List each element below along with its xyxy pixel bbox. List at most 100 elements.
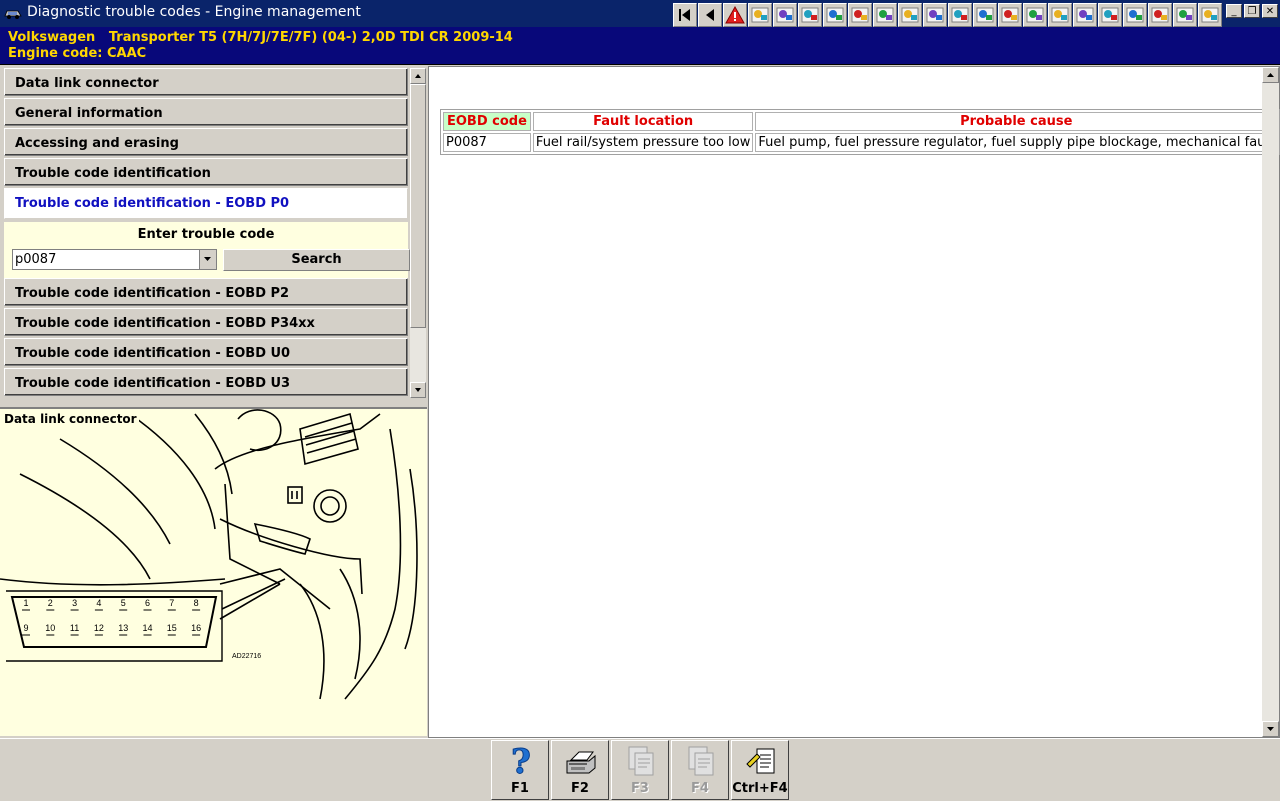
- document-icon: [751, 7, 769, 23]
- table-row: P0087 Fuel rail/system pressure too low …: [443, 133, 1278, 152]
- car-icon: [1051, 7, 1069, 23]
- toolbar-button-4[interactable]: [748, 3, 772, 27]
- f4-print-all-button[interactable]: F4: [671, 740, 729, 800]
- clock-icon: [851, 7, 869, 23]
- f1-help-button[interactable]: ? F1: [491, 740, 549, 800]
- nav-eobd-u0[interactable]: Trouble code identification - EOBD U0: [4, 338, 408, 366]
- print-all-icon: [688, 746, 714, 776]
- table-header-row: EOBD code Fault location Probable cause: [443, 112, 1278, 131]
- connector-pin-label: 6: [145, 598, 150, 608]
- nav-eobd-p2[interactable]: Trouble code identification - EOBD P2: [4, 278, 408, 306]
- results-scrollbar[interactable]: [1262, 67, 1279, 737]
- nav-eobd-u3[interactable]: Trouble code identification - EOBD U3: [4, 368, 408, 396]
- close-button[interactable]: ✕: [1262, 4, 1278, 18]
- tool-icon: [976, 7, 994, 23]
- search-button[interactable]: Search: [223, 249, 410, 271]
- navigation-panel: Data link connector General information …: [0, 66, 427, 402]
- f2-print-button[interactable]: F2: [551, 740, 609, 800]
- title-bar: Diagnostic trouble codes - Engine manage…: [0, 0, 1280, 27]
- toolbar-button-17[interactable]: [1073, 3, 1097, 27]
- car-parts-icon: [1176, 7, 1194, 23]
- toolbar-button-22[interactable]: [1198, 3, 1222, 27]
- toolbar-button-8[interactable]: [848, 3, 872, 27]
- connector-pin-label: 14: [142, 623, 152, 633]
- toolbar-button-16[interactable]: [1048, 3, 1072, 27]
- window-controls: _ ❐ ✕: [1226, 4, 1280, 18]
- toolbar-button-18[interactable]: [1098, 3, 1122, 27]
- f3-label: F3: [631, 781, 649, 796]
- connector-pin-label: 12: [94, 623, 104, 633]
- print-preview-icon: [628, 746, 654, 776]
- toolbar-button-11[interactable]: [923, 3, 947, 27]
- trouble-code-combobox[interactable]: [12, 249, 217, 270]
- mechanic-icon: [951, 7, 969, 23]
- header-eobd-code: EOBD code: [443, 112, 531, 131]
- nav-accessing-and-erasing[interactable]: Accessing and erasing: [4, 128, 408, 156]
- car-icon: [1026, 7, 1044, 23]
- connector-pin-label: 4: [96, 598, 101, 608]
- illustration-ref: AD22716: [232, 653, 261, 660]
- toolbar-button-21[interactable]: [1173, 3, 1197, 27]
- connector-pin-label: 11: [70, 623, 79, 633]
- toolbar-button-20[interactable]: [1148, 3, 1172, 27]
- toolbar-button-7[interactable]: [823, 3, 847, 27]
- service-icon: [1001, 7, 1019, 23]
- toolbar-button-9[interactable]: [873, 3, 897, 27]
- ctrl-f4-notes-button[interactable]: Ctrl+F4: [731, 740, 789, 800]
- connector-pin-label: 13: [118, 623, 128, 633]
- nav-general-information[interactable]: General information: [4, 98, 408, 126]
- arrow-down-icon: [1267, 727, 1274, 731]
- toolbar-button-15[interactable]: [1023, 3, 1047, 27]
- ctrl-f4-label: Ctrl+F4: [732, 781, 788, 796]
- app-car-icon: [4, 10, 22, 19]
- connector-pin-label: 9: [23, 623, 28, 633]
- f4-label: F4: [691, 781, 709, 796]
- toolbar-button-12[interactable]: [948, 3, 972, 27]
- cell-probable-cause: Fuel pump, fuel pressure regulator, fuel…: [755, 133, 1278, 152]
- scroll-thumb[interactable]: [410, 84, 426, 328]
- results-pane: EOBD code Fault location Probable cause …: [428, 66, 1280, 738]
- nav-eobd-p34xx[interactable]: Trouble code identification - EOBD P34xx: [4, 308, 408, 336]
- toolbar-button-1[interactable]: [673, 3, 697, 27]
- trouble-code-input[interactable]: [15, 251, 195, 268]
- illustration-caption: Data link connector: [4, 412, 139, 426]
- components-icon: [901, 7, 919, 23]
- nav-scrollbar[interactable]: [410, 68, 426, 398]
- toolbar-button-19[interactable]: [1123, 3, 1147, 27]
- results-scroll-down-button[interactable]: [1262, 721, 1279, 737]
- connector-pin-label: 2: [48, 598, 53, 608]
- toolbar-button-10[interactable]: [898, 3, 922, 27]
- scroll-down-button[interactable]: [410, 382, 426, 398]
- obd-connector: 12345678 9 10 11 12 13 14 15 16: [6, 590, 223, 662]
- window-title: Diagnostic trouble codes - Engine manage…: [27, 4, 361, 20]
- gears-icon: [826, 7, 844, 23]
- connector-pin-label: 7: [169, 598, 174, 608]
- person-icon: [1126, 7, 1144, 23]
- vehicle-header: Volkswagen Transporter T5 (7H/7J/7E/7F) …: [0, 27, 1280, 65]
- car-damage-icon: [1101, 7, 1119, 23]
- toolbar-button-13[interactable]: [973, 3, 997, 27]
- chevron-down-icon: [204, 257, 211, 261]
- toolbar-button-14[interactable]: [998, 3, 1022, 27]
- f3-print-preview-button[interactable]: F3: [611, 740, 669, 800]
- cell-fault-location: Fuel rail/system pressure too low: [532, 133, 754, 152]
- toolbar-button-5[interactable]: [773, 3, 797, 27]
- help-icon: ?: [511, 744, 532, 778]
- connector-pin-label: 5: [121, 598, 126, 608]
- connector-pin-label: 8: [194, 598, 199, 608]
- toolbar: [673, 3, 1223, 27]
- dropdown-button[interactable]: [199, 250, 216, 269]
- toolbar-button-2[interactable]: [698, 3, 722, 27]
- nav-data-link-connector[interactable]: Data link connector: [4, 68, 408, 96]
- first-page-icon: [679, 9, 690, 21]
- search-title: Enter trouble code: [137, 227, 275, 242]
- scroll-up-button[interactable]: [410, 68, 426, 84]
- connector-pin-label: 15: [167, 623, 177, 633]
- nav-eobd-p0[interactable]: Trouble code identification - EOBD P0: [4, 188, 408, 219]
- results-scroll-up-button[interactable]: [1262, 67, 1279, 83]
- minimize-button[interactable]: _: [1226, 4, 1242, 18]
- toolbar-button-6[interactable]: [798, 3, 822, 27]
- nav-trouble-code-identification[interactable]: Trouble code identification: [4, 158, 408, 186]
- toolbar-button-3[interactable]: [723, 3, 747, 27]
- restore-button[interactable]: ❐: [1244, 4, 1260, 18]
